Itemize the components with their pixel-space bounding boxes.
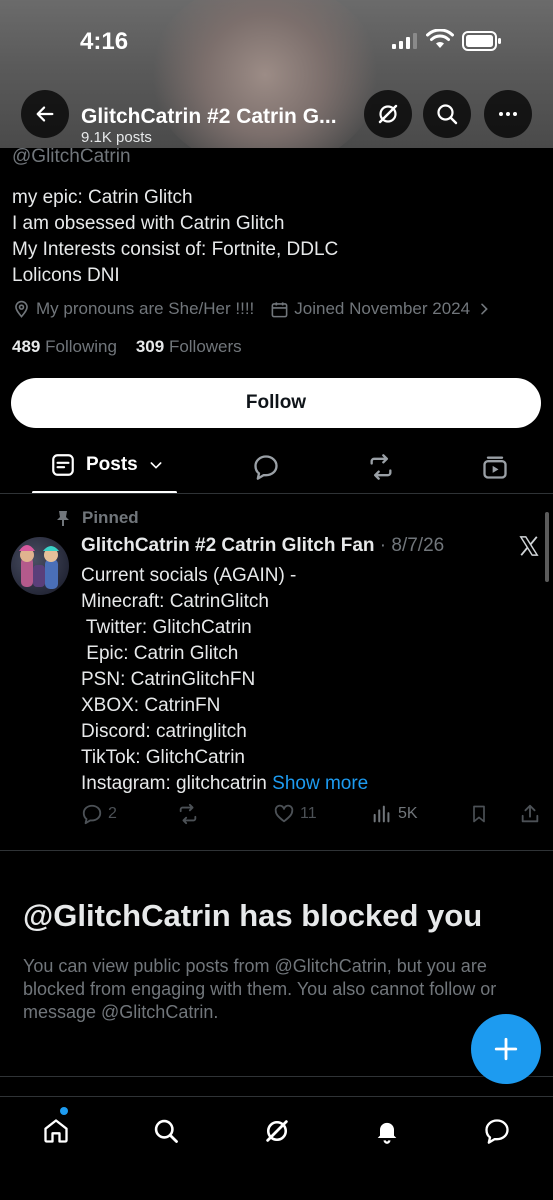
pinned-indicator: Pinned bbox=[56, 508, 139, 528]
blocked-message: You can view public posts from @GlitchCa… bbox=[23, 956, 497, 1022]
profile-tabs: Posts bbox=[0, 444, 553, 494]
post-author-name: GlitchCatrin #2 Catrin Glitch Fan bbox=[81, 535, 375, 556]
reply-button[interactable]: 2 bbox=[81, 803, 117, 825]
nav-notifications[interactable] bbox=[367, 1111, 407, 1151]
tabs-divider bbox=[0, 493, 553, 494]
scrollbar[interactable] bbox=[545, 512, 549, 582]
grok-button[interactable] bbox=[364, 90, 412, 138]
nav-messages[interactable] bbox=[477, 1111, 517, 1151]
profile-meta: My pronouns are She/Her !!!! Joined Nove… bbox=[12, 299, 497, 319]
search-button[interactable] bbox=[423, 90, 471, 138]
pin-icon bbox=[57, 511, 69, 526]
share-button[interactable] bbox=[519, 803, 546, 825]
bell-icon bbox=[377, 1122, 397, 1144]
nav-search[interactable] bbox=[146, 1111, 186, 1151]
post-body: Current socials (AGAIN) - Minecraft: Catr… bbox=[81, 563, 368, 797]
share-icon bbox=[521, 804, 539, 823]
bio-line: my epic: Catrin Glitch bbox=[12, 187, 193, 208]
post-line: Instagram: glitchcatrin bbox=[81, 773, 267, 794]
more-icon bbox=[499, 112, 517, 116]
post-line: PSN: CatrinGlitchFN bbox=[81, 669, 256, 690]
like-icon bbox=[274, 804, 294, 823]
home-notification-dot bbox=[60, 1107, 68, 1115]
status-bar: 4:16 bbox=[0, 0, 553, 84]
bio-line: My Interests consist of: Fortnite, DDLC bbox=[12, 239, 339, 260]
view-count: 5K bbox=[398, 805, 418, 822]
views-button[interactable]: 5K bbox=[371, 803, 418, 825]
post-line: Epic: Catrin Glitch bbox=[81, 643, 239, 664]
bookmark-button[interactable] bbox=[469, 803, 494, 825]
bio-line: I am obsessed with Catrin Glitch bbox=[12, 213, 285, 234]
bio-line: Lolicons DNI bbox=[12, 265, 120, 286]
tab-replies-reply-icon[interactable] bbox=[252, 453, 280, 481]
grok-icon bbox=[266, 1120, 288, 1142]
wifi-icon bbox=[426, 29, 454, 48]
bookmark-icon bbox=[473, 805, 485, 823]
tab-posts[interactable]: Posts bbox=[50, 452, 164, 478]
back-button[interactable] bbox=[21, 90, 69, 138]
back-arrow-icon bbox=[36, 106, 54, 122]
bottom-nav bbox=[0, 1096, 553, 1200]
posts-icon bbox=[52, 454, 74, 476]
tab-reposts-retweet-icon[interactable] bbox=[366, 453, 396, 481]
post-line: Minecraft: CatrinGlitch bbox=[81, 591, 269, 612]
compose-button[interactable] bbox=[471, 1014, 541, 1084]
status-time: 4:16 bbox=[80, 28, 129, 55]
followers-link[interactable]: 309 Followers bbox=[136, 337, 242, 356]
compose-icon bbox=[494, 1037, 518, 1061]
x-logo-icon[interactable] bbox=[518, 535, 540, 557]
location-icon bbox=[15, 300, 28, 318]
post-line: TikTok: GlitchCatrin bbox=[81, 747, 245, 768]
joined-text: Joined November 2024 bbox=[294, 299, 471, 318]
post-line: Twitter: GlitchCatrin bbox=[81, 617, 252, 638]
nav-home[interactable] bbox=[36, 1111, 76, 1151]
tab-posts-label: Posts bbox=[86, 454, 138, 475]
post-line: Current socials (AGAIN) - bbox=[81, 565, 297, 586]
home-icon bbox=[44, 1119, 68, 1143]
chevron-right-icon[interactable] bbox=[476, 301, 492, 317]
grok-icon bbox=[378, 104, 398, 124]
signal-icon bbox=[392, 33, 417, 49]
views-icon bbox=[373, 805, 390, 823]
content-divider bbox=[0, 1076, 553, 1077]
pinned-label: Pinned bbox=[82, 508, 139, 527]
post-line: XBOX: CatrinFN bbox=[81, 695, 221, 716]
post-date: · 8/7/26 bbox=[379, 535, 445, 556]
nav-grok[interactable] bbox=[257, 1111, 297, 1151]
chevron-down-icon bbox=[150, 462, 162, 469]
reply-icon bbox=[82, 804, 102, 825]
battery-icon bbox=[462, 31, 501, 51]
messages-icon bbox=[485, 1119, 509, 1144]
post-divider bbox=[0, 850, 553, 851]
reply-count: 2 bbox=[108, 805, 117, 822]
repost-button[interactable] bbox=[176, 803, 205, 825]
header-title: GlitchCatrin #2 Catrin G... bbox=[81, 105, 337, 128]
avatar[interactable] bbox=[11, 537, 69, 595]
profile-handle: @GlitchCatrin bbox=[12, 146, 131, 167]
calendar-icon bbox=[271, 301, 288, 317]
post-line: Discord: catringlitch bbox=[81, 721, 247, 742]
header-post-count: 9.1K posts bbox=[81, 129, 152, 146]
follow-counts: 489 Following 309 Followers bbox=[12, 337, 242, 357]
pronouns-text: My pronouns are She/Her !!!! bbox=[36, 299, 255, 318]
follow-button[interactable]: Follow bbox=[11, 378, 541, 428]
like-count: 11 bbox=[300, 805, 317, 822]
search-icon bbox=[437, 104, 458, 125]
post-line-last: Instagram: glitchcatrin Show more bbox=[81, 771, 368, 797]
more-button[interactable] bbox=[484, 90, 532, 138]
show-more-link[interactable]: Show more bbox=[272, 773, 368, 794]
tab-media-icon[interactable] bbox=[481, 453, 509, 481]
retweet-icon bbox=[179, 803, 197, 825]
search-icon bbox=[154, 1119, 178, 1143]
post-author[interactable]: GlitchCatrin #2 Catrin Glitch Fan · 8/7/… bbox=[81, 535, 444, 557]
profile-bio: my epic: Catrin Glitch I am obsessed wit… bbox=[12, 185, 338, 289]
blocked-title: @GlitchCatrin has blocked you bbox=[23, 898, 483, 933]
post-actions: 2 11 5K bbox=[81, 803, 541, 827]
like-button[interactable]: 11 bbox=[273, 803, 317, 825]
following-link[interactable]: 489 Following bbox=[12, 337, 117, 356]
avatar-image bbox=[19, 545, 59, 589]
